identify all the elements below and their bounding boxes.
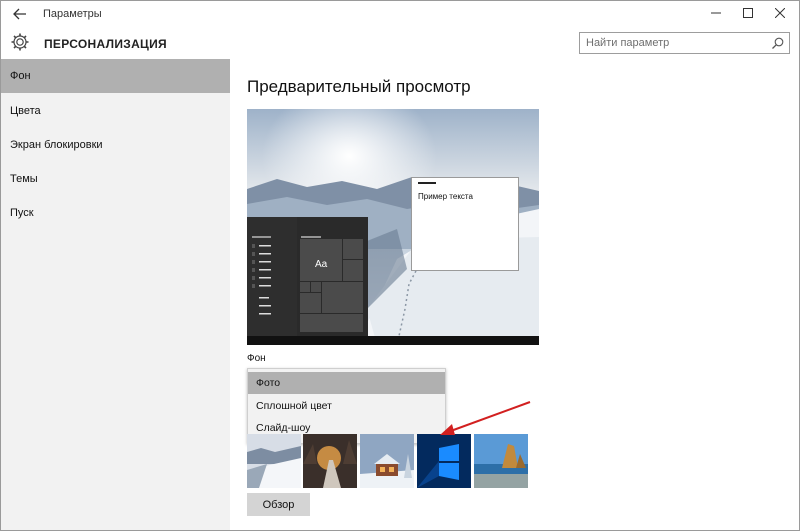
background-label: Фон (247, 353, 266, 364)
close-button[interactable] (765, 3, 795, 25)
main-content: Предварительный просмотр Aa Пример текст… (230, 59, 799, 530)
sidebar-item-lock-screen[interactable]: Экран блокировки (1, 128, 230, 162)
sidebar-item-colors[interactable]: Цвета (1, 94, 230, 128)
thumbnail-night-road[interactable] (303, 434, 357, 488)
gear-icon (9, 31, 31, 53)
sidebar-item-themes[interactable]: Темы (1, 162, 230, 196)
preview-title: Предварительный просмотр (247, 77, 471, 96)
background-type-dropdown[interactable]: Фото Сплошной цвет Слайд-шоу (247, 368, 446, 444)
desktop-preview: Aa Пример текста (247, 109, 539, 345)
page-header: ПЕРСОНАЛИЗАЦИЯ (1, 29, 799, 59)
sample-text: Пример текста (418, 192, 473, 201)
browse-button[interactable]: Обзор (247, 493, 310, 516)
back-arrow-icon[interactable] (9, 5, 31, 25)
window-title: Параметры (43, 8, 102, 20)
dropdown-option-photo[interactable]: Фото (248, 372, 445, 394)
settings-window: Параметры ПЕРСОНАЛИЗАЦИЯ Фон Цве (0, 0, 800, 531)
thumbnail-winter-cabin[interactable] (360, 434, 414, 488)
sidebar-item-background[interactable]: Фон (1, 59, 230, 93)
taskbar-preview (247, 336, 539, 345)
thumbnail-beach-rocks[interactable] (474, 434, 528, 488)
search-icon[interactable] (771, 36, 785, 50)
minimize-button[interactable] (701, 3, 731, 25)
dropdown-option-solid-color[interactable]: Сплошной цвет (248, 395, 445, 417)
thumbnail-windows-blue[interactable] (417, 434, 471, 488)
thumbnail-snow-mountain[interactable] (247, 434, 301, 488)
start-menu-preview: Aa (247, 217, 368, 336)
sidebar-item-start[interactable]: Пуск (1, 196, 230, 230)
sample-window: Пример текста (411, 177, 519, 271)
title-bar: Параметры (1, 1, 799, 29)
tile-label: Aa (315, 259, 328, 270)
sample-window-bar (418, 182, 436, 184)
maximize-button[interactable] (733, 3, 763, 25)
sidebar: Фон Цвета Экран блокировки Темы Пуск (1, 59, 230, 530)
search-input[interactable] (586, 35, 766, 51)
search-box[interactable] (579, 32, 790, 54)
section-title: ПЕРСОНАЛИЗАЦИЯ (44, 37, 167, 51)
